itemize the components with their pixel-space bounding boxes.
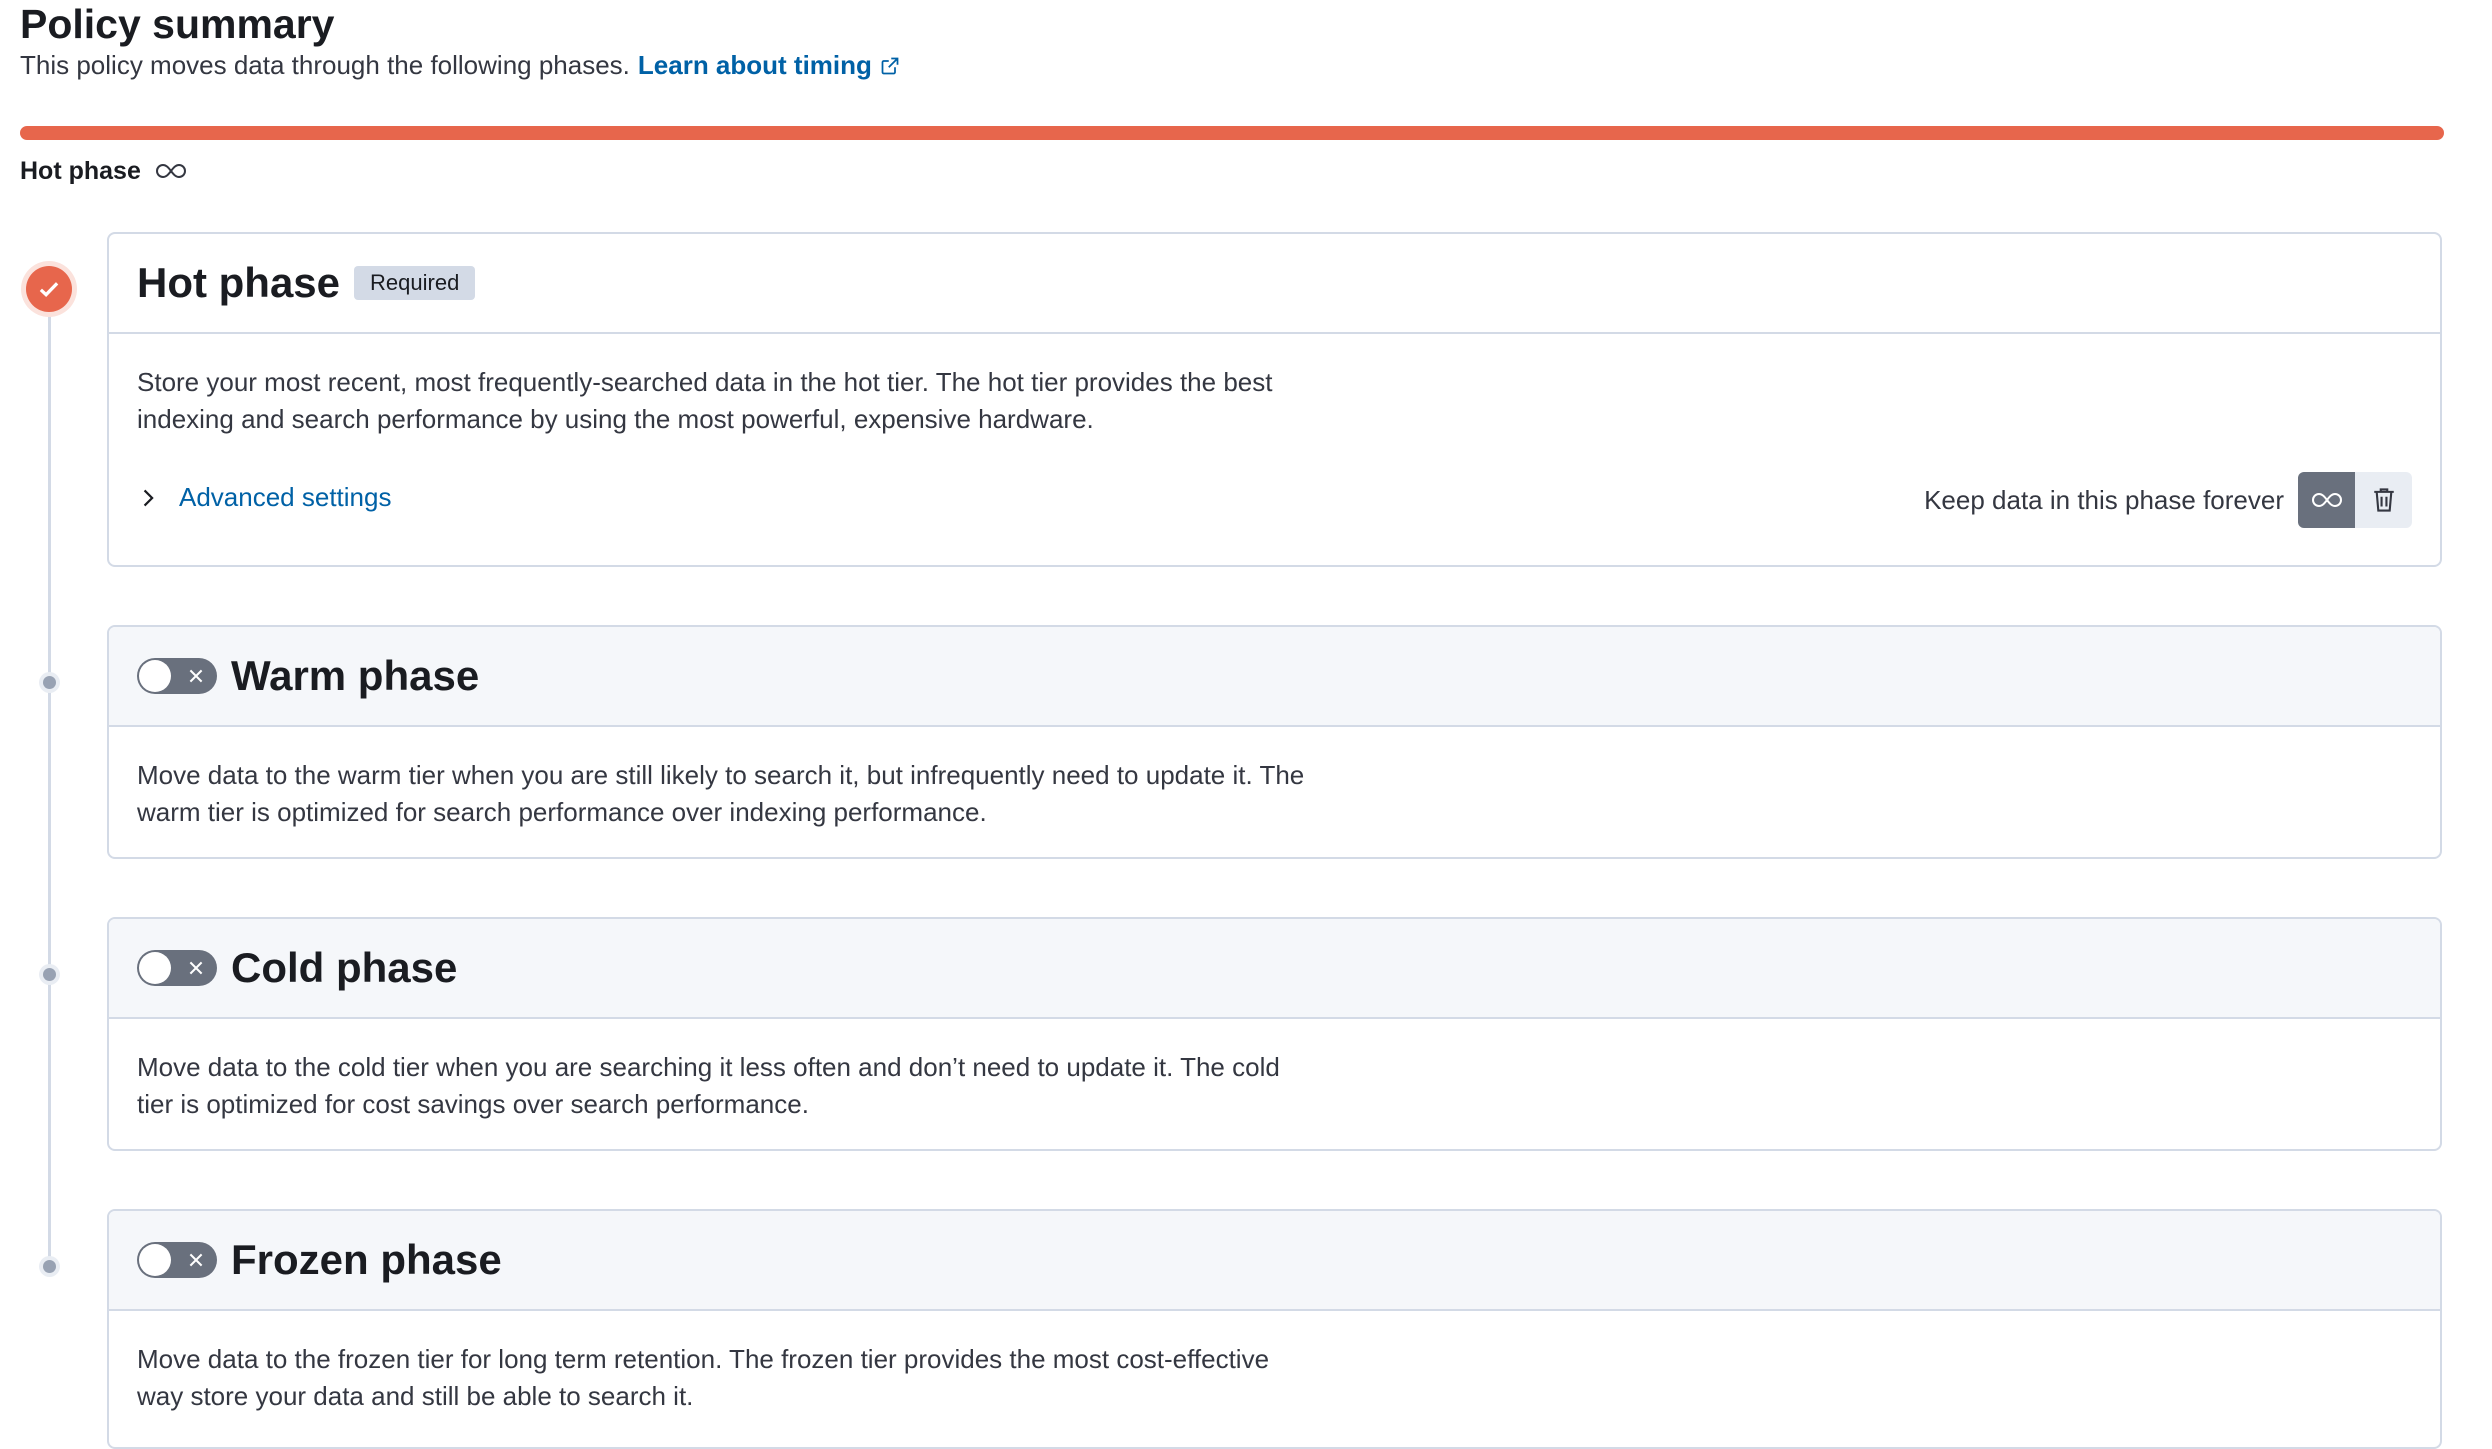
external-link-icon (881, 57, 899, 75)
hot-phase-title: Hot phase (137, 259, 341, 306)
cold-phase-timeline-dot (43, 968, 56, 981)
cold-phase-panel: Cold phase Move data to the cold tier wh… (107, 917, 2442, 1151)
advanced-settings-toggle[interactable]: Advanced settings (137, 482, 391, 513)
close-icon (189, 669, 203, 683)
infinity-icon (155, 163, 186, 179)
hot-phase-panel: Hot phase Required Store your most recen… (107, 232, 2442, 567)
toggle-knob (139, 660, 171, 692)
subtitle-text: This policy moves data through the follo… (20, 50, 630, 80)
page-title: Policy summary (20, 1, 335, 47)
warm-phase-timeline-dot (43, 676, 56, 689)
summary-phase-name: Hot phase (20, 157, 141, 185)
close-icon (189, 961, 203, 975)
close-icon (189, 1253, 203, 1267)
hot-phase-description: Store your most recent, most frequently-… (137, 367, 1273, 434)
keep-data-row: Keep data in this phase forever (1924, 472, 2412, 528)
timeline-line (48, 300, 51, 1262)
warm-phase-title: Warm phase (231, 652, 480, 699)
trash-icon (2373, 488, 2394, 512)
frozen-phase-title: Frozen phase (231, 1236, 502, 1283)
frozen-phase-timeline-dot (43, 1260, 56, 1273)
frozen-phase-description: Move data to the frozen tier for long te… (137, 1344, 1270, 1411)
hot-phase-status-badge (26, 266, 72, 312)
hot-phase-header: Hot phase Required (109, 234, 2440, 334)
cold-phase-description: Move data to the cold tier when you are … (137, 1052, 1280, 1119)
warm-phase-toggle[interactable] (137, 658, 217, 694)
learn-link-label: Learn about timing (637, 50, 872, 80)
warm-phase-header: Warm phase (109, 627, 2440, 727)
cold-phase-header: Cold phase (109, 919, 2440, 1019)
keep-data-button-group (2298, 472, 2412, 528)
check-icon (39, 282, 59, 297)
keep-forever-button[interactable] (2298, 472, 2355, 528)
warm-phase-description: Move data to the warm tier when you are … (137, 760, 1305, 827)
warm-phase-panel: Warm phase Move data to the warm tier wh… (107, 625, 2442, 859)
infinity-icon (2311, 492, 2342, 508)
advanced-settings-label: Advanced settings (179, 482, 392, 512)
toggle-knob (139, 952, 171, 984)
phase-summary-bar (20, 126, 2444, 140)
required-badge: Required (354, 266, 476, 300)
summary-phase-label: Hot phase (20, 155, 187, 187)
frozen-phase-header: Frozen phase (109, 1211, 2440, 1311)
frozen-phase-toggle[interactable] (137, 1242, 217, 1278)
chevron-right-icon (143, 489, 154, 506)
frozen-phase-panel: Frozen phase Move data to the frozen tie… (107, 1209, 2442, 1449)
toggle-knob (139, 1244, 171, 1276)
page-subtitle: This policy moves data through the follo… (20, 48, 900, 82)
delete-data-button[interactable] (2355, 472, 2412, 528)
learn-about-timing-link[interactable]: Learn about timing (638, 50, 900, 80)
keep-data-label: Keep data in this phase forever (1924, 484, 2284, 515)
cold-phase-title: Cold phase (231, 944, 458, 991)
cold-phase-toggle[interactable] (137, 950, 217, 986)
